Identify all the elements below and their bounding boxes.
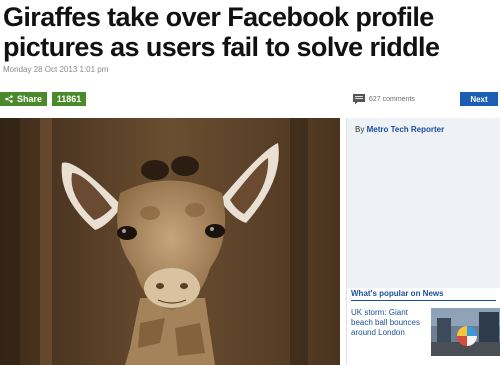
share-button[interactable]: Share <box>0 92 47 106</box>
share-count-badge[interactable]: 11861 <box>52 92 86 106</box>
byline: By Metro Tech Reporter <box>355 125 444 134</box>
share-icon <box>5 95 13 103</box>
sidebar: By Metro Tech Reporter What's popular on… <box>346 118 500 365</box>
byline-prefix: By <box>355 125 365 134</box>
byline-panel: By Metro Tech Reporter <box>347 118 500 288</box>
popular-item[interactable]: UK storm: Giant beach ball bounces aroun… <box>351 308 500 356</box>
share-label: Share <box>16 94 42 104</box>
article-dateline: Monday 28 Oct 2013 1:01 pm <box>3 65 109 74</box>
article-headline: Giraffes take over Facebook profile pict… <box>3 2 440 62</box>
comments-count: 627 comments <box>369 95 415 103</box>
byline-author-link[interactable]: Metro Tech Reporter <box>367 125 445 134</box>
popular-heading: What's popular on News <box>351 289 496 301</box>
speech-bubble-icon <box>353 93 365 105</box>
popular-item-title[interactable]: UK storm: Giant beach ball bounces aroun… <box>351 308 423 338</box>
article-photo-giraffe <box>0 118 340 365</box>
next-button[interactable]: Next <box>460 92 498 106</box>
popular-item-thumbnail[interactable] <box>431 308 500 356</box>
comments-link[interactable]: 627 comments <box>353 92 415 106</box>
